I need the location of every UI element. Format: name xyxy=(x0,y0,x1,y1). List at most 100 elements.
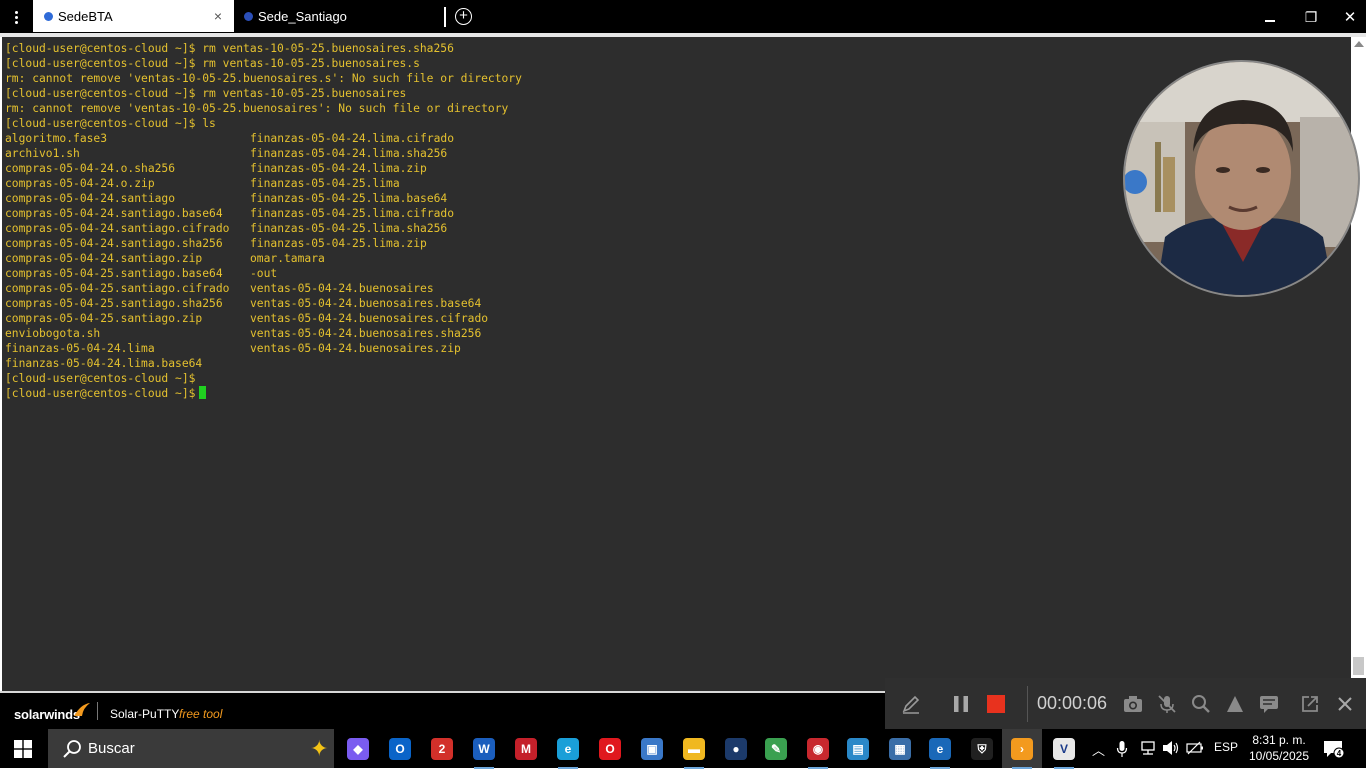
taskbar-app-vnc-viewer[interactable]: V xyxy=(1050,735,1078,769)
tab-status-dot xyxy=(244,11,253,21)
ls-entry: finanzas-05-04-25.lima.cifrado xyxy=(250,207,455,220)
tab-separator xyxy=(444,7,446,27)
taskbar-app-vpn[interactable]: ● xyxy=(722,735,750,763)
taskbar-app-security[interactable]: ⛨ xyxy=(968,735,996,763)
prompt-text: [cloud-user@centos-cloud ~]$ xyxy=(5,387,196,400)
ls-entry: compras-05-04-25.santiago.cifrado xyxy=(5,282,230,295)
scroll-up-arrow-icon[interactable] xyxy=(1354,41,1364,47)
taskbar-app-outlook[interactable]: O xyxy=(386,735,414,763)
ls-entry: compras-05-04-24.o.zip xyxy=(5,177,155,190)
taskbar-app-mendeley[interactable]: M xyxy=(512,735,540,763)
close-tab-icon[interactable]: × xyxy=(214,8,222,24)
app-red-icon: 2 xyxy=(431,738,453,760)
remote-desktop-icon: ▤ xyxy=(847,738,869,760)
close-window-button[interactable]: ✕ xyxy=(1330,0,1366,34)
ls-entry: archivo1.sh xyxy=(5,147,80,160)
ls-entry: compras-05-04-24.santiago.base64 xyxy=(5,207,223,220)
terminal-line: [cloud-user@centos-cloud ~]$ rm ventas-1… xyxy=(5,42,454,55)
restore-button[interactable]: ❐ xyxy=(1291,0,1331,34)
vpn-icon: ● xyxy=(725,738,747,760)
highlight-icon[interactable] xyxy=(1223,692,1247,716)
taskbar-app-opera[interactable]: O xyxy=(596,735,624,763)
battery-icon[interactable] xyxy=(1186,740,1204,756)
scroll-thumb[interactable] xyxy=(1353,657,1364,675)
terminal-prompt-active: [cloud-user@centos-cloud ~]$ xyxy=(5,386,207,401)
status-divider xyxy=(97,702,98,720)
taskbar-app-app-red[interactable]: 2 xyxy=(428,735,456,763)
external-icon[interactable] xyxy=(1298,692,1322,716)
ls-entry: ventas-05-04-24.buenosaires xyxy=(250,282,434,295)
camera-icon[interactable] xyxy=(1121,692,1145,716)
ls-entry: finanzas-05-04-25.lima xyxy=(250,177,400,190)
windows-start-icon[interactable] xyxy=(14,740,32,758)
outlook-icon: O xyxy=(389,738,411,760)
copilot-icon: ◆ xyxy=(347,738,369,760)
pen-icon[interactable] xyxy=(899,692,923,716)
product-edition: free tool xyxy=(179,707,223,721)
network-tool-icon: ▣ xyxy=(641,738,663,760)
taskbar-search[interactable]: Buscar ✦ xyxy=(48,729,334,768)
ls-entry: -out xyxy=(250,267,278,280)
webcam-overlay[interactable] xyxy=(1123,60,1360,297)
mendeley-icon: M xyxy=(515,738,537,760)
terminal-prompt: [cloud-user@centos-cloud ~]$ xyxy=(5,372,196,385)
taskbar: Buscar ✦ ◆ O 2 W Me O ▣ ▬ ● ✎ ◉ ▤ ▦ e ⛨ › V ︿ ESP 8:31 p… xyxy=(0,729,1366,769)
sparkle-icon: ✦ xyxy=(310,736,329,761)
tray-chevron-icon[interactable]: ︿ xyxy=(1092,740,1105,759)
ls-entry: finanzas-05-04-25.lima.base64 xyxy=(250,192,448,205)
product-name: Solar-PuTTY xyxy=(110,707,180,721)
terminal-line: [cloud-user@centos-cloud ~]$ ls xyxy=(5,117,216,130)
ls-entry: ventas-05-04-24.buenosaires.sha256 xyxy=(250,327,482,340)
vertical-scrollbar[interactable] xyxy=(1351,37,1366,691)
menu-icon[interactable] xyxy=(0,0,32,34)
tab-status-dot xyxy=(44,11,53,21)
taskbar-app-edge[interactable]: e xyxy=(554,735,582,769)
ls-entry: finanzas-05-04-24.lima.base64 xyxy=(5,357,203,370)
clock-time: 8:31 p. m. xyxy=(1252,733,1306,747)
taskbar-app-copilot[interactable]: ◆ xyxy=(344,735,372,763)
taskbar-app-file-explorer[interactable]: ▬ xyxy=(680,735,708,769)
taskbar-clock[interactable]: 8:31 p. m. 10/05/2025 xyxy=(1246,732,1312,764)
taskbar-app-notepad[interactable]: ✎ xyxy=(762,735,790,763)
ls-entry: compras-05-04-25.santiago.zip xyxy=(5,312,203,325)
tab-sede-santiago[interactable]: Sede_Santiago xyxy=(234,0,444,32)
notification-count: 4 xyxy=(1337,749,1342,758)
taskbar-app-remote-desktop[interactable]: ▤ xyxy=(844,735,872,763)
taskbar-app-network-monitor[interactable]: ▦ xyxy=(886,735,914,763)
stop-icon[interactable] xyxy=(984,692,1008,716)
taskbar-app-screen-recorder[interactable]: ◉ xyxy=(804,735,832,769)
tab-sedebta[interactable]: SedeBTA × xyxy=(33,0,234,32)
clock-date: 10/05/2025 xyxy=(1248,749,1310,763)
mic-icon[interactable] xyxy=(1116,740,1128,758)
language-indicator[interactable]: ESP xyxy=(1214,740,1238,754)
volume-icon[interactable] xyxy=(1162,740,1180,756)
file-explorer-icon: ▬ xyxy=(683,738,705,760)
zoom-icon[interactable] xyxy=(1189,692,1213,716)
text-cursor xyxy=(199,386,207,399)
notifications-icon[interactable]: 4 xyxy=(1323,739,1345,759)
ls-entry: finanzas-05-04-24.lima.zip xyxy=(250,162,427,175)
tab-label: Sede_Santiago xyxy=(258,8,347,24)
tab-label: SedeBTA xyxy=(58,8,113,24)
taskbar-app-word[interactable]: W xyxy=(470,735,498,769)
close-icon[interactable] xyxy=(1333,692,1357,716)
minimize-button[interactable] xyxy=(1250,0,1290,34)
word-icon: W xyxy=(473,738,495,760)
mic-muted-icon[interactable] xyxy=(1155,692,1179,716)
network-icon[interactable] xyxy=(1139,740,1157,756)
taskbar-app-solar-putty[interactable]: › xyxy=(1008,735,1036,769)
webcam-person-image xyxy=(1125,62,1358,295)
edge-icon: e xyxy=(557,738,579,760)
pause-icon[interactable] xyxy=(949,692,973,716)
ls-entry: compras-05-04-24.santiago.sha256 xyxy=(5,237,223,250)
opera-icon: O xyxy=(599,738,621,760)
ls-entry: finanzas-05-04-25.lima.zip xyxy=(250,237,427,250)
taskbar-app-browser[interactable]: e xyxy=(926,735,954,769)
terminal-line: [cloud-user@centos-cloud ~]$ rm ventas-1… xyxy=(5,87,407,100)
captions-icon[interactable] xyxy=(1257,692,1281,716)
browser-icon: e xyxy=(929,738,951,760)
new-tab-icon[interactable]: + xyxy=(455,8,472,25)
ls-entry: finanzas-05-04-24.lima.sha256 xyxy=(250,147,448,160)
taskbar-app-network-tool[interactable]: ▣ xyxy=(638,735,666,763)
recording-toolbar: 00:00:06 xyxy=(885,678,1366,729)
